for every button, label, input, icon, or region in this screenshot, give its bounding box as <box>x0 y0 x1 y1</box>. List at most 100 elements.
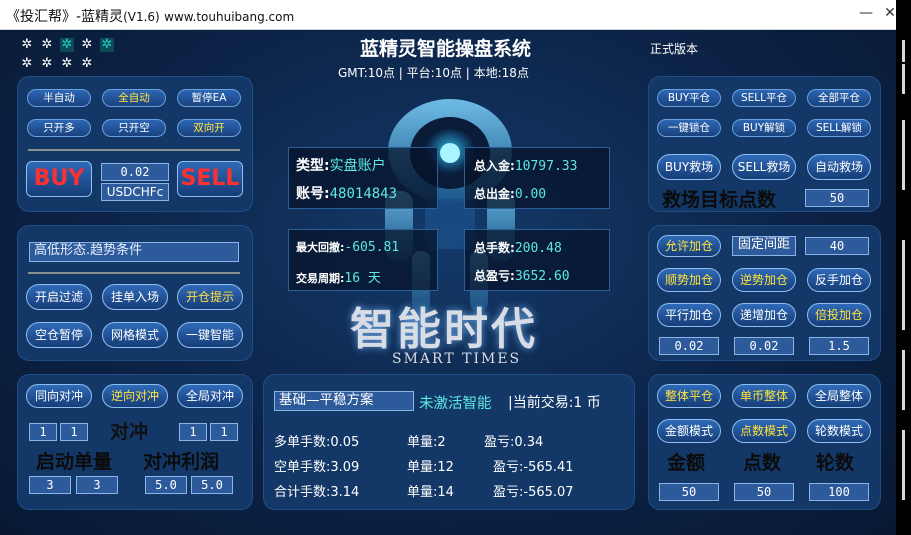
long-only-button[interactable]: 只开多 <box>27 119 91 137</box>
candle-bar <box>902 350 905 410</box>
account-number-label: 账号: <box>296 186 330 202</box>
star-icon: ✲ <box>61 56 73 71</box>
total-withdraw-label: 总出金: <box>474 187 515 201</box>
logo-sub: SMART TIMES <box>392 351 522 367</box>
app-window: 《投汇帮》-蓝精灵(V1.6) www.touhuibang.com — ✕ ✲… <box>0 0 911 535</box>
long-count: 单量:2 <box>407 435 446 450</box>
lot-size-field[interactable]: 0.02 <box>101 163 169 181</box>
buy-unlock-button[interactable]: BUY解锁 <box>732 119 796 137</box>
hedge-profit-field[interactable]: 5.0 <box>145 476 187 494</box>
logo-main: 智能时代 <box>350 304 538 355</box>
increment-value-field[interactable]: 0.02 <box>734 337 794 355</box>
minimize-button[interactable]: — <box>856 5 876 21</box>
add-position-panel: 允许加仓 固定间距 40 顺势加仓 逆势加仓 反手加仓 平行加仓 递增加仓 倍投… <box>648 225 881 361</box>
two-way-button[interactable]: 双向开 <box>177 119 241 137</box>
one-click-smart-button[interactable]: 一键智能 <box>177 322 243 348</box>
same-hedge-button[interactable]: 同向对冲 <box>26 384 92 408</box>
hedge-field[interactable]: 1 <box>179 423 207 441</box>
trade-period-value: 16 天 <box>344 271 381 286</box>
points-value-field[interactable]: 50 <box>734 483 794 501</box>
global-overall-button[interactable]: 全局整体 <box>807 384 871 408</box>
trend-add-button[interactable]: 顺势加仓 <box>657 268 721 292</box>
full-auto-button[interactable]: 全自动 <box>102 89 166 107</box>
flat-pause-button[interactable]: 空仓暂停 <box>26 322 92 348</box>
hedge-field[interactable]: 1 <box>60 423 88 441</box>
fixed-spacing-field[interactable]: 40 <box>805 237 869 255</box>
star-icon: ✲ <box>100 37 114 52</box>
start-lot-label: 启动单量 <box>36 451 113 473</box>
multiply-value-field[interactable]: 1.5 <box>809 337 869 355</box>
rescue-target-field[interactable]: 50 <box>805 189 869 207</box>
star-icon: ✲ <box>41 56 53 71</box>
buy-close-button[interactable]: BUY平仓 <box>657 89 721 107</box>
star-icon: ✲ <box>81 37 93 52</box>
semi-auto-button[interactable]: 半自动 <box>27 89 91 107</box>
total-deposit-value: 10797.33 <box>514 159 578 174</box>
rounds-mode-button[interactable]: 轮数模式 <box>807 419 871 443</box>
account-number: 账号:48014843 <box>296 183 397 203</box>
sell-close-button[interactable]: SELL平仓 <box>732 89 796 107</box>
short-lots: 空单手数:3.09 <box>274 460 360 475</box>
candle-bar <box>902 64 905 94</box>
total-withdraw: 总出金:0.00 <box>474 185 546 202</box>
buy-rescue-button[interactable]: BUY救场 <box>657 154 721 180</box>
amount-mode-button[interactable]: 金额模式 <box>657 419 721 443</box>
total-deposit-label: 总入金: <box>474 159 515 173</box>
global-hedge-button[interactable]: 全局对冲 <box>177 384 243 408</box>
trend-condition-field[interactable]: 高低形态.趋势条件 <box>29 242 239 262</box>
manual-trade-panel: 半自动 全自动 暂停EA 只开多 只开空 双向开 BUY 0.02 USDCHF… <box>17 76 253 212</box>
chart-edge-strip <box>896 0 911 535</box>
total-count: 单量:14 <box>407 485 454 500</box>
total-lots-label: 总手数: <box>474 241 515 255</box>
auto-rescue-button[interactable]: 自动救场 <box>807 154 871 180</box>
pause-ea-button[interactable]: 暂停EA <box>177 89 241 107</box>
star-icon: ✲ <box>60 37 74 52</box>
enable-filter-button[interactable]: 开启过滤 <box>26 284 92 310</box>
amount-label: 金额 <box>667 452 706 474</box>
total-lots-value: 200.48 <box>514 241 562 256</box>
time-status: GMT:10点 | 平台:10点 | 本地:18点 <box>338 66 529 80</box>
short-only-button[interactable]: 只开空 <box>102 119 166 137</box>
hedge-profit-field[interactable]: 5.0 <box>191 476 233 494</box>
total-lots: 总手数:200.48 <box>474 239 562 256</box>
smart-status: 未激活智能 <box>419 396 492 412</box>
hedge-field[interactable]: 1 <box>29 423 57 441</box>
close-lock-panel: BUY平仓 SELL平仓 全部平仓 一键锁仓 BUY解锁 SELL解锁 BUY救… <box>648 76 881 212</box>
current-trade: |当前交易:1 币 <box>508 395 601 411</box>
counter-add-button[interactable]: 逆势加仓 <box>732 268 796 292</box>
reverse-add-button[interactable]: 反手加仓 <box>807 268 871 292</box>
single-symbol-button[interactable]: 单币整体 <box>732 384 796 408</box>
rounds-value-field[interactable]: 100 <box>809 483 869 501</box>
grid-mode-button[interactable]: 网格模式 <box>102 322 168 348</box>
parallel-add-button[interactable]: 平行加仓 <box>657 303 721 327</box>
account-type-label: 类型: <box>296 158 330 174</box>
parallel-value-field[interactable]: 0.02 <box>659 337 719 355</box>
candle-bar <box>902 240 905 330</box>
title-bar: 《投汇帮》-蓝精灵(V1.6) www.touhuibang.com — ✕ <box>0 0 896 30</box>
symbol-field[interactable]: USDCHFc <box>101 183 169 201</box>
sell-rescue-button[interactable]: SELL救场 <box>732 154 796 180</box>
reverse-hedge-button[interactable]: 逆向对冲 <box>102 384 168 408</box>
pending-entry-button[interactable]: 挂单入场 <box>102 284 168 310</box>
multiply-add-button[interactable]: 倍投加仓 <box>807 303 871 327</box>
close-all-button[interactable]: 全部平仓 <box>807 89 871 107</box>
total-withdraw-value: 0.00 <box>514 187 547 202</box>
sell-button[interactable]: SELL <box>177 161 243 197</box>
start-lot-field[interactable]: 3 <box>76 476 118 494</box>
plan-select[interactable]: 基础—平稳方案 <box>274 391 414 411</box>
points-mode-button[interactable]: 点数模式 <box>732 419 796 443</box>
open-alert-button[interactable]: 开仓提示 <box>177 284 243 310</box>
sell-unlock-button[interactable]: SELL解锁 <box>807 119 871 137</box>
hedge-label: 对冲 <box>110 421 149 443</box>
increment-add-button[interactable]: 递增加仓 <box>732 303 796 327</box>
position-summary-panel: 基础—平稳方案 未激活智能 |当前交易:1 币 多单手数:0.05 单量:2 盈… <box>263 374 635 510</box>
buy-button[interactable]: BUY <box>26 161 92 197</box>
amount-value-field[interactable]: 50 <box>659 483 719 501</box>
lock-button[interactable]: 一键锁仓 <box>657 119 721 137</box>
overall-close-button[interactable]: 整体平仓 <box>657 384 721 408</box>
window-url: www.touhuibang.com <box>164 10 295 24</box>
max-drawdown: 最大回撤:-605.81 <box>296 239 399 255</box>
hedge-field[interactable]: 1 <box>210 423 238 441</box>
start-lot-field[interactable]: 3 <box>29 476 71 494</box>
allow-add-button[interactable]: 允许加仓 <box>657 235 721 257</box>
